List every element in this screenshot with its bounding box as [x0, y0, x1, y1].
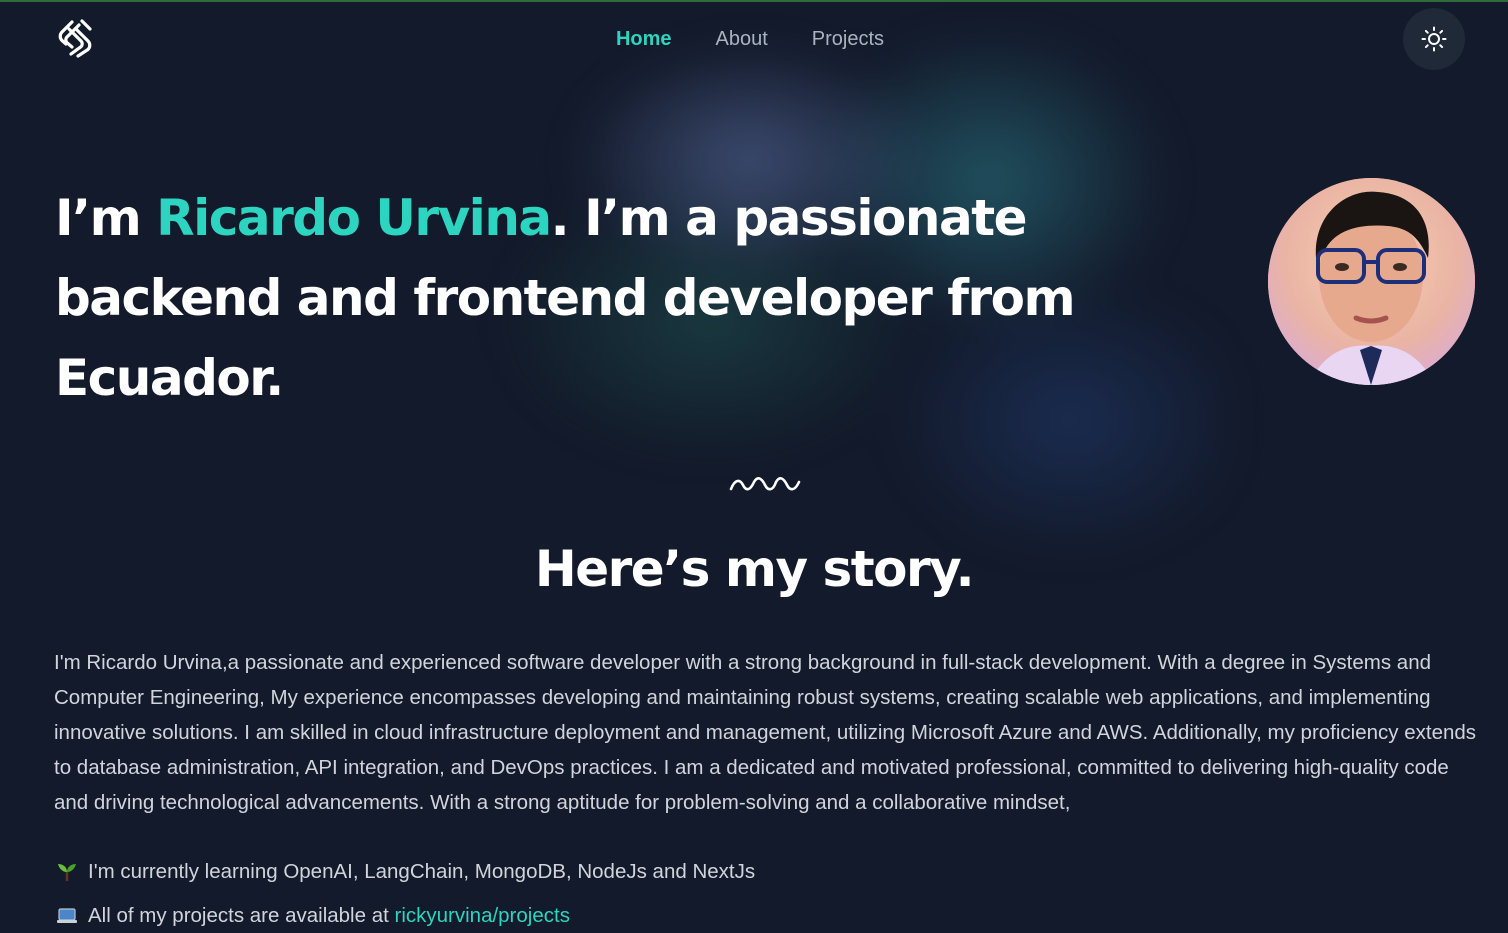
theme-toggle-button[interactable] — [1403, 8, 1465, 70]
avatar — [1268, 178, 1475, 385]
story-paragraph: I'm Ricardo Urvina,a passionate and expe… — [54, 651, 1477, 814]
learning-text: I'm currently learning OpenAI, LangChain… — [88, 860, 756, 883]
seedling-icon — [58, 864, 76, 881]
squiggle-divider-icon — [729, 477, 801, 491]
laptop-icon — [57, 908, 77, 923]
main-nav: Home About Projects — [0, 2, 1508, 76]
hero-name: Ricardo Urvina — [156, 189, 552, 247]
learning-fact: I'm currently learning OpenAI, LangChain… — [56, 860, 755, 884]
hero-heading: I’m Ricardo Urvina. I’m a passionate bac… — [55, 178, 1235, 418]
nav-about[interactable]: About — [716, 28, 768, 51]
page: Home About Projects I’m Ricardo Urvina. … — [0, 0, 1508, 933]
projects-text: All of my projects are available at — [88, 904, 395, 927]
projects-fact: All of my projects are available at rick… — [56, 904, 570, 928]
story-heading: Here’s my story. — [534, 540, 975, 598]
header: Home About Projects — [0, 2, 1508, 76]
sun-icon — [1421, 26, 1447, 52]
nav-home[interactable]: Home — [616, 28, 672, 51]
hero-intro: I’m — [55, 189, 157, 247]
nav-projects[interactable]: Projects — [812, 28, 884, 51]
projects-link[interactable]: rickyurvina/projects — [395, 904, 570, 927]
